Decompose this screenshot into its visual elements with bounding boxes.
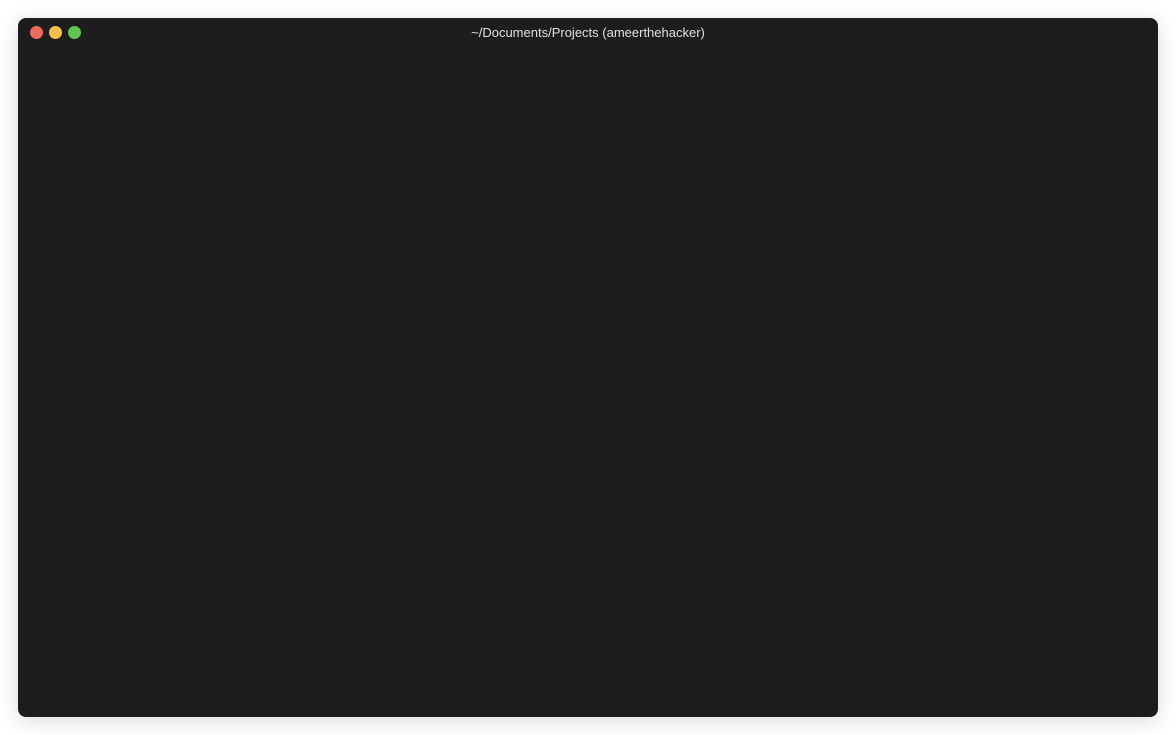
terminal-content[interactable] xyxy=(18,46,1158,717)
traffic-lights xyxy=(30,26,81,39)
terminal-window: ~/Documents/Projects (ameerthehacker) xyxy=(18,18,1158,717)
window-title: ~/Documents/Projects (ameerthehacker) xyxy=(471,25,705,40)
title-bar: ~/Documents/Projects (ameerthehacker) xyxy=(18,18,1158,46)
maximize-button[interactable] xyxy=(68,26,81,39)
close-button[interactable] xyxy=(30,26,43,39)
minimize-button[interactable] xyxy=(49,26,62,39)
